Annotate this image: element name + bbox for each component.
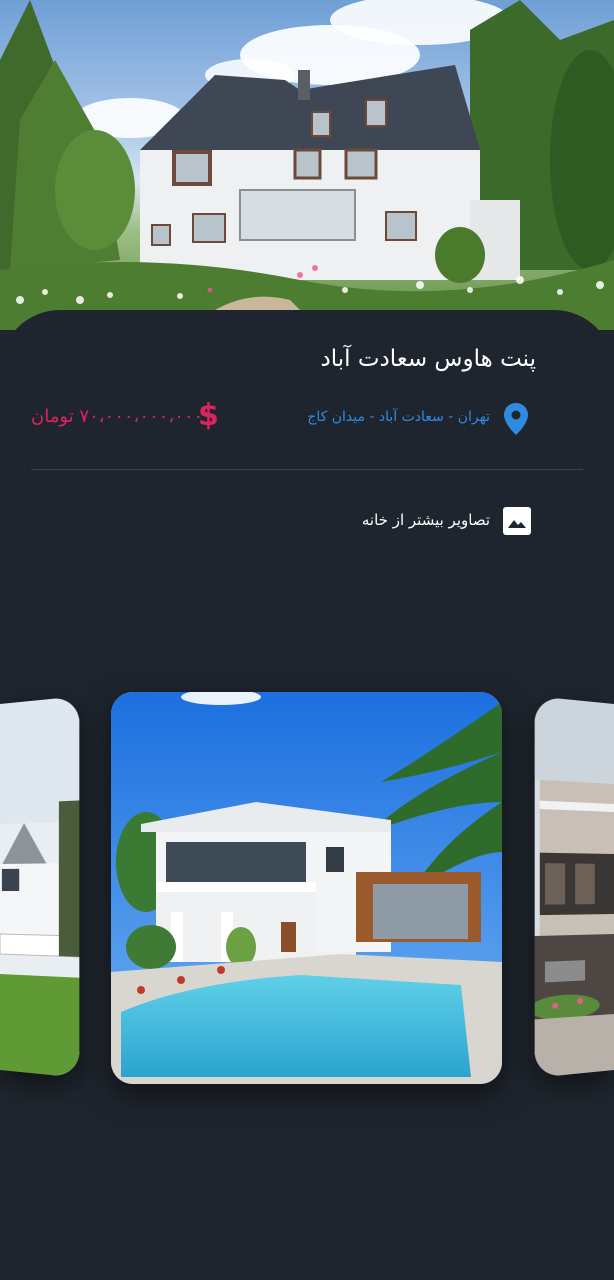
gallery-card-center[interactable] — [111, 692, 502, 1084]
divider — [31, 469, 583, 470]
location-pin-icon — [504, 403, 528, 435]
property-location: تهران - سعادت آباد - میدان کاج — [307, 409, 490, 425]
more-photos-link[interactable]: تصاویر بیشتر از خانه — [362, 511, 490, 529]
hero-house-image — [0, 0, 614, 330]
property-price: ۷۰،۰۰۰،۰۰۰،۰۰۰ تومان — [31, 406, 204, 427]
property-title: پنت هاوس سعادت آباد — [320, 346, 537, 372]
gallery-card-right[interactable] — [534, 696, 614, 1078]
gallery-card-left[interactable] — [0, 696, 80, 1078]
image-icon[interactable] — [502, 506, 532, 536]
